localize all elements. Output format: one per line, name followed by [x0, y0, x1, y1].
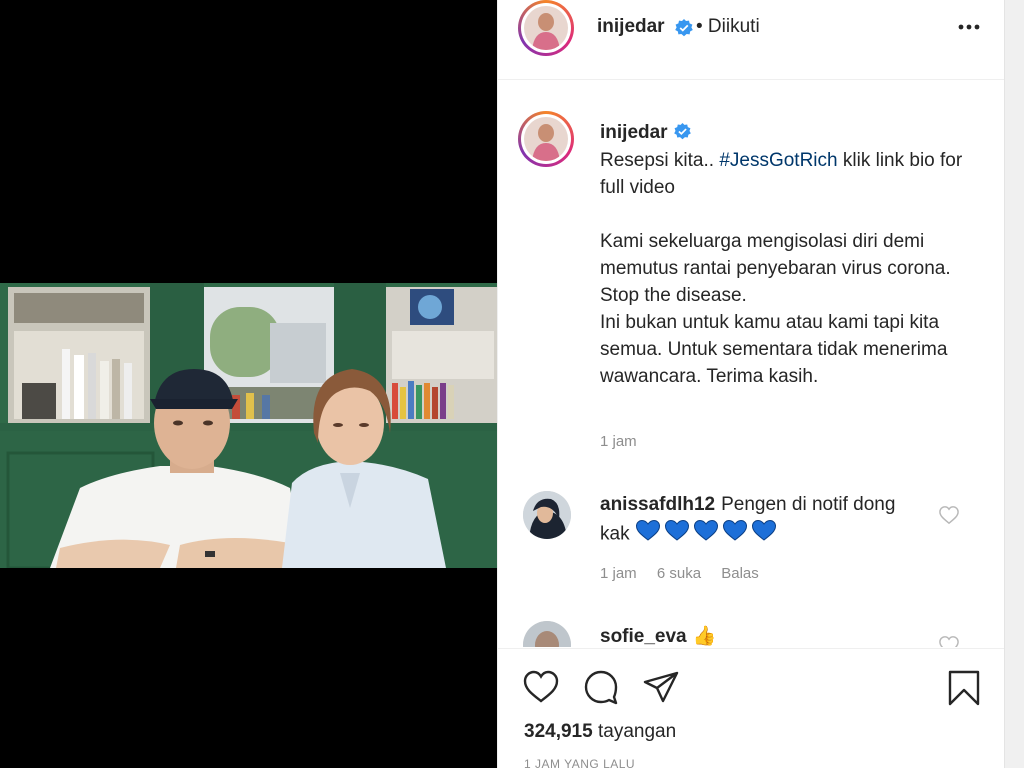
caption-time[interactable]: 1 jam — [600, 433, 637, 450]
more-options-icon[interactable] — [956, 17, 982, 37]
follow-status[interactable]: • Diikuti — [696, 16, 760, 38]
comment-icon[interactable] — [582, 669, 620, 705]
comment-time[interactable]: 1 jam — [600, 565, 637, 582]
caption-avatar[interactable] — [518, 111, 574, 167]
caption-line1-prefix: Resepsi kita.. — [600, 150, 720, 171]
comment-meta: 1 jam 6 suka Balas — [600, 565, 775, 582]
blue-heart-emoji — [664, 519, 689, 541]
view-count-label: tayangan — [597, 721, 677, 742]
commenter-avatar[interactable] — [523, 491, 571, 539]
post-actions-bar: 324,915 tayangan 1 JAM YANG LALU — [498, 648, 1005, 771]
comment-likes[interactable]: 6 suka — [657, 565, 701, 582]
comment-body: anissafdlh12 Pengen di notif dong kak — [600, 491, 920, 550]
blue-heart-emoji — [693, 519, 718, 541]
caption-paragraph-3: Stop the disease. — [600, 285, 747, 306]
author-username[interactable]: inijedar — [597, 16, 665, 38]
comment-like-heart-icon[interactable] — [938, 635, 960, 647]
page-scrollbar[interactable] — [1004, 0, 1024, 768]
caption-paragraph-1: Resepsi kita.. #JessGotRich klik link bi… — [600, 147, 970, 201]
blue-heart-emoji — [635, 519, 660, 541]
heart-icon[interactable] — [522, 669, 560, 705]
commenter-username[interactable]: sofie_eva — [600, 626, 687, 647]
view-count-number: 324,915 — [524, 721, 593, 742]
caption-paragraph-4: Ini bukan untuk kamu atau kami tapi kita… — [600, 312, 948, 387]
hashtag-link[interactable]: #JessGotRich — [719, 150, 837, 171]
blue-heart-emoji — [751, 519, 776, 541]
comment-body: sofie_eva 👍 — [600, 623, 920, 647]
bookmark-icon[interactable] — [946, 669, 982, 707]
commenter-username[interactable]: anissafdlh12 — [600, 494, 715, 515]
video-player[interactable] — [0, 283, 497, 568]
view-count[interactable]: 324,915 tayangan — [524, 721, 676, 743]
post-header: inijedar • Diikuti — [498, 0, 1005, 80]
comment-text: 👍 — [692, 626, 717, 647]
commenter-avatar[interactable] — [523, 621, 571, 647]
verified-badge-icon — [675, 19, 693, 37]
post-timestamp[interactable]: 1 JAM YANG LALU — [524, 757, 635, 771]
caption-author: inijedar — [600, 122, 691, 144]
post-detail-pane: inijedar • Diikuti inijedar Resepsi kita… — [497, 0, 1005, 771]
comment-like-heart-icon[interactable] — [938, 505, 960, 525]
caption-text: Resepsi kita.. #JessGotRich klik link bi… — [600, 147, 970, 390]
caption-username[interactable]: inijedar — [600, 122, 668, 143]
paper-plane-icon[interactable] — [642, 669, 680, 705]
video-frame-image — [0, 283, 497, 568]
comments-list[interactable]: inijedar Resepsi kita.. #JessGotRich kli… — [498, 81, 1005, 647]
verified-badge-icon — [673, 123, 691, 140]
blue-hearts-emoji — [635, 519, 780, 550]
author-avatar[interactable] — [518, 0, 574, 56]
caption-paragraph-2: Kami sekeluarga mengisolasi diri demi me… — [600, 231, 951, 279]
video-pane[interactable] — [0, 0, 497, 768]
reply-button[interactable]: Balas — [721, 565, 759, 582]
blue-heart-emoji — [722, 519, 747, 541]
